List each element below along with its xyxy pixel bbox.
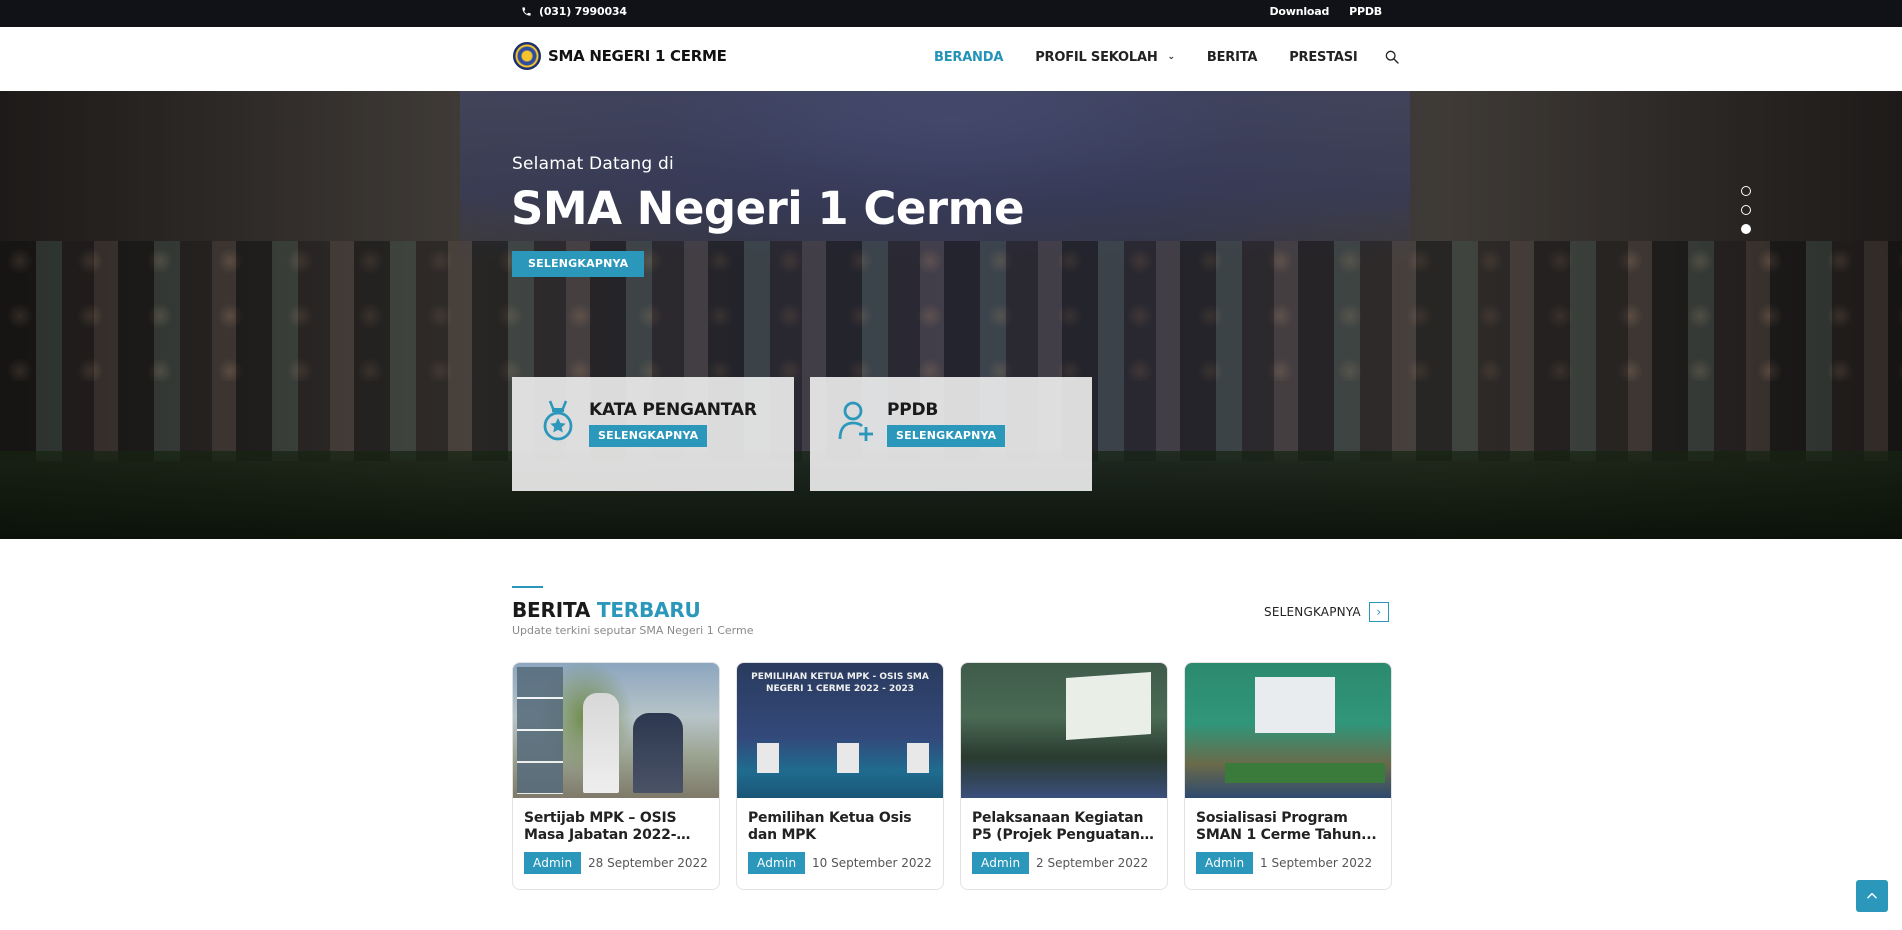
phone-number: (031) 7990034	[539, 5, 627, 18]
chevron-up-icon	[1867, 892, 1877, 899]
medal-icon	[543, 400, 573, 441]
chevron-down-icon: ⌄	[1167, 52, 1176, 62]
nav-label: BERITA	[1206, 49, 1258, 65]
news-author-badge[interactable]: Admin	[972, 852, 1030, 874]
top-link-download[interactable]: Download	[1269, 5, 1329, 18]
news-more-label: SELENGKAPNYA	[1264, 605, 1361, 619]
top-bar: (031) 7990034 Download PPDB	[0, 0, 1902, 27]
news-thumbnail	[1185, 663, 1391, 798]
thumb-podium	[757, 743, 779, 773]
thumb-table	[1225, 763, 1385, 783]
news-section-subtitle: Update terkini seputar SMA Negeri 1 Cerm…	[512, 624, 754, 637]
nav-item-prestasi[interactable]: PRESTASI	[1289, 49, 1358, 65]
news-thumbnail	[513, 663, 719, 798]
news-more-link[interactable]: SELENGKAPNYA ›	[1264, 602, 1389, 622]
news-thumbnail	[961, 663, 1167, 798]
top-links: Download PPDB	[1269, 5, 1382, 18]
top-link-ppdb[interactable]: PPDB	[1349, 5, 1382, 18]
slider-dot-1[interactable]	[1741, 186, 1751, 196]
news-date: 1 September 2022	[1260, 856, 1373, 870]
news-title-part-1: BERITA	[512, 598, 591, 622]
brand-name: SMA NEGERI 1 CERME	[548, 47, 727, 65]
brand-home-link[interactable]: SMA NEGERI 1 CERME	[513, 42, 727, 70]
news-card-title: Pemilihan Ketua Osis dan MPK	[748, 810, 912, 843]
news-title-part-2: TERBARU	[596, 598, 701, 622]
hero-cta-button[interactable]: SELENGKAPNYA	[512, 251, 645, 277]
news-card-4[interactable]: Sosialisasi Program SMAN 1 Cerme Tahun..…	[1184, 662, 1392, 890]
thumb-screen	[1255, 677, 1335, 733]
news-card-3[interactable]: Pelaksanaan Kegiatan P5 (Projek Penguata…	[960, 662, 1168, 890]
feature-title: PPDB	[887, 400, 939, 420]
hero-welcome-text: Selamat Datang di	[512, 154, 674, 174]
feature-more-button[interactable]: SELENGKAPNYA	[887, 425, 1006, 447]
back-to-top-button[interactable]	[1856, 880, 1888, 912]
nav-item-berita[interactable]: BERITA	[1206, 49, 1258, 65]
slider-dot-2[interactable]	[1741, 205, 1751, 215]
news-thumbnail: PEMILIHAN KETUA MPK - OSIS SMA NEGERI 1 …	[737, 663, 943, 798]
feature-card-ppdb: PPDB SELENGKAPNYA	[810, 377, 1092, 491]
news-author-badge[interactable]: Admin	[748, 852, 806, 874]
school-logo-icon	[513, 42, 541, 70]
news-card-2[interactable]: PEMILIHAN KETUA MPK - OSIS SMA NEGERI 1 …	[736, 662, 944, 890]
thumb-screen	[1066, 672, 1151, 740]
hero-slider: Selamat Datang di SMA Negeri 1 Cerme SEL…	[0, 91, 1902, 539]
news-author-badge[interactable]: Admin	[1196, 852, 1254, 874]
thumb-podium	[837, 743, 859, 773]
main-header: SMA NEGERI 1 CERME BERANDA PROFIL SEKOLA…	[0, 27, 1902, 91]
news-card-title: Pelaksanaan Kegiatan P5 (Projek Penguata…	[972, 810, 1144, 843]
news-section-title: BERITA TERBARU	[512, 598, 701, 622]
main-nav: BERANDA PROFIL SEKOLAH ⌄ BERITA PRESTASI	[934, 49, 1400, 65]
slider-dot-3[interactable]	[1741, 224, 1751, 234]
phone-icon	[522, 7, 531, 16]
news-date: 2 September 2022	[1036, 856, 1149, 870]
feature-card-kata-pengantar: KATA PENGANTAR SELENGKAPNYA	[512, 377, 794, 491]
slider-dots	[1741, 186, 1751, 234]
section-accent-line	[512, 586, 543, 588]
user-plus-icon	[838, 401, 873, 441]
nav-label: PRESTASI	[1289, 49, 1358, 65]
news-card-title: Sosialisasi Program SMAN 1 Cerme Tahun..…	[1196, 810, 1377, 843]
nav-label: PROFIL SEKOLAH	[1035, 49, 1158, 65]
news-author-badge[interactable]: Admin	[524, 852, 582, 874]
thumb-podium	[907, 743, 929, 773]
news-date: 28 September 2022	[588, 856, 708, 870]
news-date: 10 September 2022	[812, 856, 932, 870]
news-card-1[interactable]: Sertijab MPK – OSIS Masa Jabatan 2022-20…	[512, 662, 720, 890]
thumb-banner-text: PEMILIHAN KETUA MPK - OSIS SMA NEGERI 1 …	[751, 672, 929, 694]
nav-item-beranda[interactable]: BERANDA	[934, 50, 1003, 65]
thumb-figure	[583, 693, 619, 793]
news-card-title: Sertijab MPK – OSIS Masa Jabatan 2022-20…	[524, 810, 677, 843]
nav-label: BERANDA	[934, 49, 1004, 65]
hero-title: SMA Negeri 1 Cerme	[511, 182, 1025, 235]
thumb-inset	[517, 667, 563, 794]
feature-title: KATA PENGANTAR	[589, 400, 757, 420]
phone-contact[interactable]: (031) 7990034	[521, 5, 627, 18]
search-icon[interactable]	[1384, 49, 1400, 65]
feature-more-button[interactable]: SELENGKAPNYA	[589, 425, 708, 447]
nav-item-profil-sekolah[interactable]: PROFIL SEKOLAH ⌄	[1035, 50, 1175, 65]
chevron-right-icon: ›	[1368, 602, 1389, 622]
thumb-figure	[633, 713, 683, 793]
